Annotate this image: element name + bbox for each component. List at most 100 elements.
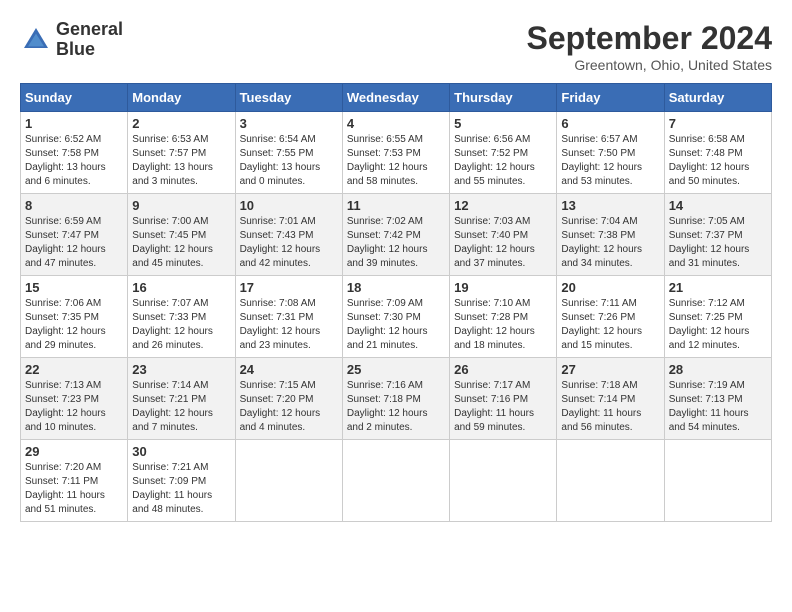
- table-row: [235, 440, 342, 522]
- day-number: 27: [561, 362, 659, 377]
- table-row: 25 Sunrise: 7:16 AM Sunset: 7:18 PM Dayl…: [342, 358, 449, 440]
- day-info: Sunrise: 7:19 AM Sunset: 7:13 PM Dayligh…: [669, 379, 767, 435]
- day-number: 30: [132, 444, 230, 459]
- day-number: 23: [132, 362, 230, 377]
- table-row: 8 Sunrise: 6:59 AM Sunset: 7:47 PM Dayli…: [21, 194, 128, 276]
- weekday-header-row: Sunday Monday Tuesday Wednesday Thursday…: [21, 84, 772, 112]
- day-number: 3: [240, 116, 338, 131]
- day-number: 26: [454, 362, 552, 377]
- day-info: Sunrise: 7:05 AM Sunset: 7:37 PM Dayligh…: [669, 215, 767, 271]
- calendar-week-row: 15 Sunrise: 7:06 AM Sunset: 7:35 PM Dayl…: [21, 276, 772, 358]
- calendar-week-row: 29 Sunrise: 7:20 AM Sunset: 7:11 PM Dayl…: [21, 440, 772, 522]
- table-row: 28 Sunrise: 7:19 AM Sunset: 7:13 PM Dayl…: [664, 358, 771, 440]
- day-info: Sunrise: 7:15 AM Sunset: 7:20 PM Dayligh…: [240, 379, 338, 435]
- day-number: 28: [669, 362, 767, 377]
- day-number: 16: [132, 280, 230, 295]
- header-monday: Monday: [128, 84, 235, 112]
- day-info: Sunrise: 7:08 AM Sunset: 7:31 PM Dayligh…: [240, 297, 338, 353]
- day-number: 20: [561, 280, 659, 295]
- day-info: Sunrise: 7:02 AM Sunset: 7:42 PM Dayligh…: [347, 215, 445, 271]
- table-row: 9 Sunrise: 7:00 AM Sunset: 7:45 PM Dayli…: [128, 194, 235, 276]
- header-thursday: Thursday: [450, 84, 557, 112]
- day-number: 1: [25, 116, 123, 131]
- day-number: 2: [132, 116, 230, 131]
- table-row: 14 Sunrise: 7:05 AM Sunset: 7:37 PM Dayl…: [664, 194, 771, 276]
- header-friday: Friday: [557, 84, 664, 112]
- day-info: Sunrise: 6:59 AM Sunset: 7:47 PM Dayligh…: [25, 215, 123, 271]
- day-info: Sunrise: 7:07 AM Sunset: 7:33 PM Dayligh…: [132, 297, 230, 353]
- header-tuesday: Tuesday: [235, 84, 342, 112]
- day-number: 15: [25, 280, 123, 295]
- day-number: 11: [347, 198, 445, 213]
- header-saturday: Saturday: [664, 84, 771, 112]
- table-row: 23 Sunrise: 7:14 AM Sunset: 7:21 PM Dayl…: [128, 358, 235, 440]
- table-row: 6 Sunrise: 6:57 AM Sunset: 7:50 PM Dayli…: [557, 112, 664, 194]
- header-sunday: Sunday: [21, 84, 128, 112]
- day-number: 17: [240, 280, 338, 295]
- table-row: 10 Sunrise: 7:01 AM Sunset: 7:43 PM Dayl…: [235, 194, 342, 276]
- day-info: Sunrise: 7:06 AM Sunset: 7:35 PM Dayligh…: [25, 297, 123, 353]
- table-row: 19 Sunrise: 7:10 AM Sunset: 7:28 PM Dayl…: [450, 276, 557, 358]
- table-row: 20 Sunrise: 7:11 AM Sunset: 7:26 PM Dayl…: [557, 276, 664, 358]
- table-row: 24 Sunrise: 7:15 AM Sunset: 7:20 PM Dayl…: [235, 358, 342, 440]
- calendar-week-row: 22 Sunrise: 7:13 AM Sunset: 7:23 PM Dayl…: [21, 358, 772, 440]
- day-info: Sunrise: 7:04 AM Sunset: 7:38 PM Dayligh…: [561, 215, 659, 271]
- table-row: 15 Sunrise: 7:06 AM Sunset: 7:35 PM Dayl…: [21, 276, 128, 358]
- day-info: Sunrise: 6:56 AM Sunset: 7:52 PM Dayligh…: [454, 133, 552, 189]
- day-number: 10: [240, 198, 338, 213]
- day-number: 8: [25, 198, 123, 213]
- table-row: 18 Sunrise: 7:09 AM Sunset: 7:30 PM Dayl…: [342, 276, 449, 358]
- logo-text: General Blue: [56, 20, 123, 60]
- day-info: Sunrise: 6:58 AM Sunset: 7:48 PM Dayligh…: [669, 133, 767, 189]
- day-info: Sunrise: 7:17 AM Sunset: 7:16 PM Dayligh…: [454, 379, 552, 435]
- day-number: 6: [561, 116, 659, 131]
- day-info: Sunrise: 6:53 AM Sunset: 7:57 PM Dayligh…: [132, 133, 230, 189]
- day-number: 24: [240, 362, 338, 377]
- table-row: 1 Sunrise: 6:52 AM Sunset: 7:58 PM Dayli…: [21, 112, 128, 194]
- day-number: 5: [454, 116, 552, 131]
- day-number: 14: [669, 198, 767, 213]
- day-info: Sunrise: 7:21 AM Sunset: 7:09 PM Dayligh…: [132, 461, 230, 517]
- logo: General Blue: [20, 20, 123, 60]
- day-number: 22: [25, 362, 123, 377]
- table-row: 12 Sunrise: 7:03 AM Sunset: 7:40 PM Dayl…: [450, 194, 557, 276]
- table-row: 17 Sunrise: 7:08 AM Sunset: 7:31 PM Dayl…: [235, 276, 342, 358]
- table-row: 22 Sunrise: 7:13 AM Sunset: 7:23 PM Dayl…: [21, 358, 128, 440]
- table-row: 13 Sunrise: 7:04 AM Sunset: 7:38 PM Dayl…: [557, 194, 664, 276]
- table-row: 11 Sunrise: 7:02 AM Sunset: 7:42 PM Dayl…: [342, 194, 449, 276]
- day-info: Sunrise: 7:14 AM Sunset: 7:21 PM Dayligh…: [132, 379, 230, 435]
- day-info: Sunrise: 7:12 AM Sunset: 7:25 PM Dayligh…: [669, 297, 767, 353]
- day-info: Sunrise: 7:09 AM Sunset: 7:30 PM Dayligh…: [347, 297, 445, 353]
- day-number: 19: [454, 280, 552, 295]
- day-info: Sunrise: 7:10 AM Sunset: 7:28 PM Dayligh…: [454, 297, 552, 353]
- calendar-week-row: 1 Sunrise: 6:52 AM Sunset: 7:58 PM Dayli…: [21, 112, 772, 194]
- day-info: Sunrise: 7:18 AM Sunset: 7:14 PM Dayligh…: [561, 379, 659, 435]
- page-header: General Blue September 2024 Greentown, O…: [20, 20, 772, 73]
- day-info: Sunrise: 7:01 AM Sunset: 7:43 PM Dayligh…: [240, 215, 338, 271]
- location: Greentown, Ohio, United States: [527, 57, 772, 73]
- day-info: Sunrise: 6:52 AM Sunset: 7:58 PM Dayligh…: [25, 133, 123, 189]
- calendar-table: Sunday Monday Tuesday Wednesday Thursday…: [20, 83, 772, 522]
- day-info: Sunrise: 7:13 AM Sunset: 7:23 PM Dayligh…: [25, 379, 123, 435]
- day-number: 13: [561, 198, 659, 213]
- day-info: Sunrise: 6:54 AM Sunset: 7:55 PM Dayligh…: [240, 133, 338, 189]
- day-info: Sunrise: 7:11 AM Sunset: 7:26 PM Dayligh…: [561, 297, 659, 353]
- day-number: 4: [347, 116, 445, 131]
- day-number: 25: [347, 362, 445, 377]
- title-block: September 2024 Greentown, Ohio, United S…: [527, 20, 772, 73]
- table-row: 30 Sunrise: 7:21 AM Sunset: 7:09 PM Dayl…: [128, 440, 235, 522]
- day-info: Sunrise: 6:57 AM Sunset: 7:50 PM Dayligh…: [561, 133, 659, 189]
- table-row: 5 Sunrise: 6:56 AM Sunset: 7:52 PM Dayli…: [450, 112, 557, 194]
- day-info: Sunrise: 7:20 AM Sunset: 7:11 PM Dayligh…: [25, 461, 123, 517]
- table-row: [450, 440, 557, 522]
- table-row: 7 Sunrise: 6:58 AM Sunset: 7:48 PM Dayli…: [664, 112, 771, 194]
- day-number: 9: [132, 198, 230, 213]
- day-number: 18: [347, 280, 445, 295]
- table-row: 3 Sunrise: 6:54 AM Sunset: 7:55 PM Dayli…: [235, 112, 342, 194]
- table-row: 21 Sunrise: 7:12 AM Sunset: 7:25 PM Dayl…: [664, 276, 771, 358]
- calendar-week-row: 8 Sunrise: 6:59 AM Sunset: 7:47 PM Dayli…: [21, 194, 772, 276]
- table-row: [557, 440, 664, 522]
- table-row: 4 Sunrise: 6:55 AM Sunset: 7:53 PM Dayli…: [342, 112, 449, 194]
- day-number: 7: [669, 116, 767, 131]
- day-info: Sunrise: 7:00 AM Sunset: 7:45 PM Dayligh…: [132, 215, 230, 271]
